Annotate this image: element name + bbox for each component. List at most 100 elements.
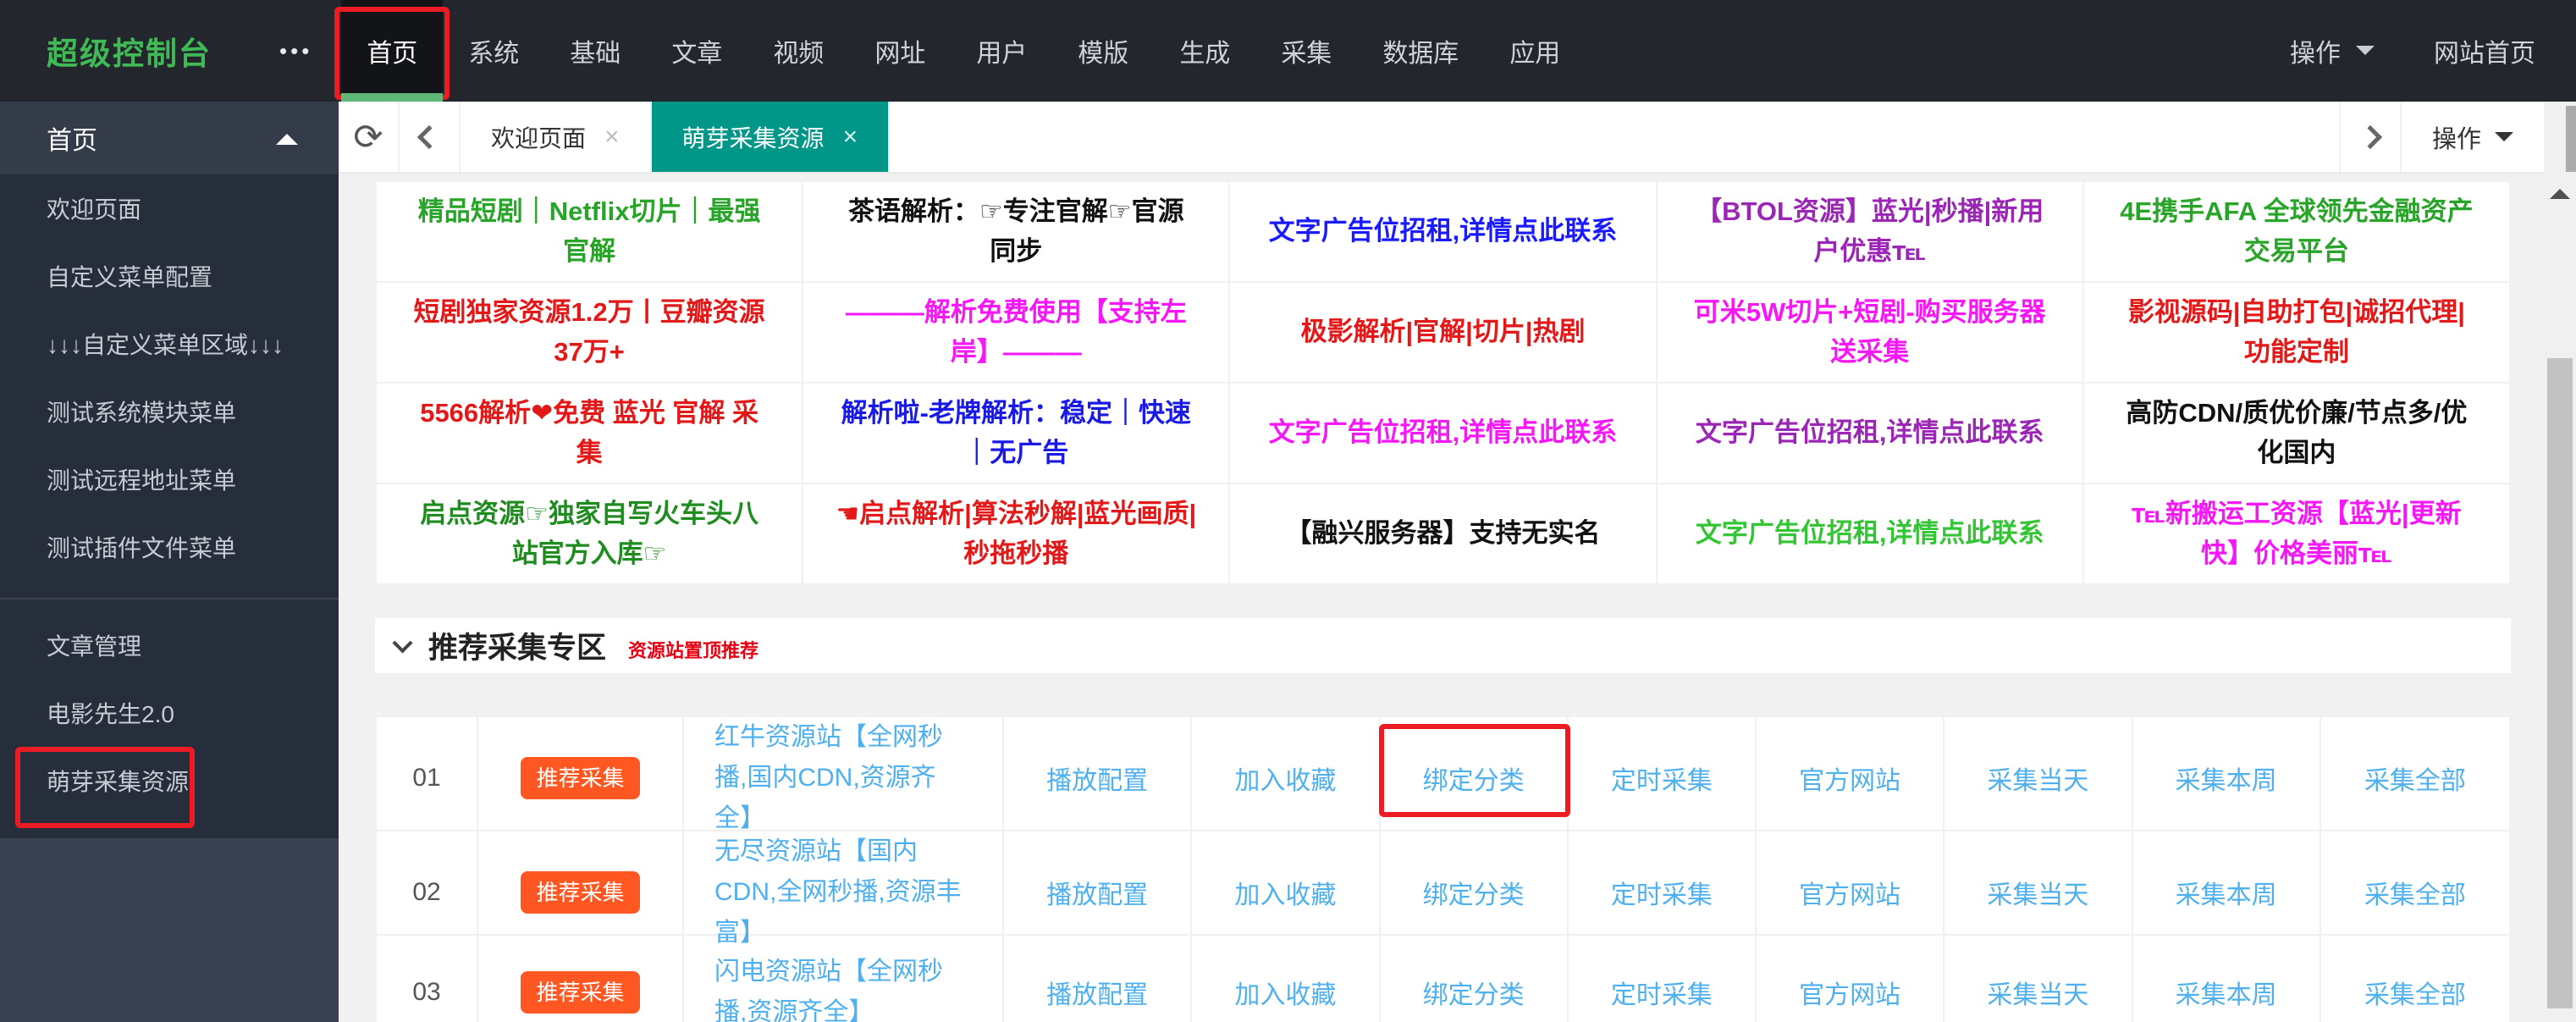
ad-link-r1c3[interactable]: 文字广告位招租,详情点此联系 — [1230, 182, 1657, 283]
nav-item-系统[interactable]: 系统 — [443, 0, 544, 102]
nav-item-采集[interactable]: 采集 — [1255, 0, 1357, 102]
sidebar-item-欢迎页面[interactable]: 欢迎页面 — [0, 174, 339, 242]
ad-link-r2c2[interactable]: ———解析免费使用【支持左岸】——— — [803, 283, 1230, 384]
topbar-action-label: 操作 — [2290, 32, 2341, 69]
resource-name-link[interactable]: 红牛资源站【全网秒播,国内CDN,资源齐全】 — [684, 717, 1004, 839]
annotation-box-action — [1379, 724, 1570, 817]
sidebar-header-home[interactable]: 首页 — [0, 102, 339, 174]
app-logo: 超级控制台 — [0, 28, 279, 74]
action-link-采集当天[interactable]: 采集当天 — [1944, 936, 2132, 1022]
action-link-绑定分类[interactable]: 绑定分类 — [1381, 717, 1569, 839]
badge-cell: 推荐采集 — [478, 717, 684, 839]
action-link-采集全部[interactable]: 采集全部 — [2321, 936, 2509, 1022]
action-link-绑定分类[interactable]: 绑定分类 — [1381, 936, 1569, 1022]
nav-item-文章[interactable]: 文章 — [646, 0, 747, 102]
main-content: 精品短剧｜Netflix切片｜最强官解茶语解析：☞专注官解☞官源同步文字广告位招… — [339, 174, 2544, 1022]
sidebar-group-1: 欢迎页面自定义菜单配置↓↓↓自定义菜单区域↓↓↓测试系统模块菜单测试远程地址菜单… — [0, 174, 339, 581]
tabbar: ⟳ 欢迎页面× 萌芽采集资源 × 操作 — [339, 102, 2544, 174]
tab-欢迎页面[interactable]: 欢迎页面× — [461, 102, 652, 172]
topbar-action-dropdown[interactable]: 操作 — [2290, 32, 2375, 69]
sidebar-item-自定义菜单配置[interactable]: 自定义菜单配置 — [0, 242, 339, 310]
chevron-right-icon — [2358, 124, 2382, 148]
scrollbar-thumb[interactable] — [2547, 358, 2573, 1008]
ad-link-r4c4[interactable]: 文字广告位招租,详情点此联系 — [1658, 484, 2084, 585]
action-link-加入收藏[interactable]: 加入收藏 — [1192, 936, 1380, 1022]
resource-name-link[interactable]: 闪电资源站【全网秒播,资源齐全】 — [684, 936, 1004, 1022]
sidebar-item-测试系统模块菜单[interactable]: 测试系统模块菜单 — [0, 378, 339, 445]
recommended-section-header: 推荐采集专区 资源站置顶推荐 — [375, 618, 2511, 673]
action-link-官方网站[interactable]: 官方网站 — [1757, 717, 1944, 839]
ad-link-r3c3[interactable]: 文字广告位招租,详情点此联系 — [1230, 384, 1657, 484]
ad-link-r2c4[interactable]: 可米5W切片+短剧-购买服务器送采集 — [1658, 283, 2084, 384]
nav-item-应用[interactable]: 应用 — [1484, 0, 1586, 102]
nav-item-网址[interactable]: 网址 — [849, 0, 951, 102]
topbar: 超级控制台 ••• 首页系统基础文章视频网址用户模版生成采集数据库应用 操作 网… — [0, 0, 2576, 102]
action-link-加入收藏[interactable]: 加入收藏 — [1192, 717, 1380, 839]
sidebar-item-↓↓↓自定义菜单区域↓↓↓[interactable]: ↓↓↓自定义菜单区域↓↓↓ — [0, 310, 339, 378]
annotation-box-nav — [334, 7, 450, 100]
ad-link-r4c1[interactable]: 启点资源☞独家自写火车头八站官方入库☞ — [377, 484, 803, 585]
sidebar: 首页 欢迎页面自定义菜单配置↓↓↓自定义菜单区域↓↓↓测试系统模块菜单测试远程地… — [0, 102, 339, 1022]
ad-link-r4c5[interactable]: ℡新搬运工资源【蓝光|更新快】价格美丽℡ — [2084, 484, 2511, 585]
action-link-采集全部[interactable]: 采集全部 — [2321, 717, 2509, 839]
chevron-down-icon — [2495, 132, 2513, 151]
nav-item-数据库[interactable]: 数据库 — [1357, 0, 1484, 102]
ad-links-grid: 精品短剧｜Netflix切片｜最强官解茶语解析：☞专注官解☞官源同步文字广告位招… — [375, 180, 2511, 585]
ad-link-r4c3[interactable]: 【融兴服务器】支持无实名 — [1230, 484, 1657, 585]
more-menu-icon[interactable]: ••• — [279, 38, 312, 64]
tabbar-right: 操作 — [2339, 102, 2544, 172]
action-link-采集当天[interactable]: 采集当天 — [1944, 717, 2132, 839]
recommended-badge: 推荐采集 — [521, 971, 639, 1014]
tab-scroll-left-button[interactable] — [400, 102, 461, 172]
tab-scroll-right-button[interactable] — [2339, 102, 2400, 172]
table-row-02: 02推荐采集无尽资源站【国内CDN,全网秒播,资源丰富】播放配置加入收藏绑定分类… — [377, 831, 2509, 936]
ad-link-r1c5[interactable]: 4E携手AFA 全球领先金融资产交易平台 — [2084, 182, 2511, 283]
vertical-scrollbar[interactable] — [2544, 106, 2576, 1022]
ad-link-r1c1[interactable]: 精品短剧｜Netflix切片｜最强官解 — [377, 182, 803, 283]
ad-link-r3c2[interactable]: 解析啦-老牌解析：稳定｜快速｜无广告 — [803, 384, 1230, 484]
ad-link-r2c1[interactable]: 短剧独家资源1.2万丨豆瓣资源37万+ — [377, 283, 803, 384]
tab-actions-dropdown[interactable]: 操作 — [2400, 102, 2544, 172]
action-link-播放配置[interactable]: 播放配置 — [1004, 936, 1192, 1022]
action-link-定时采集[interactable]: 定时采集 — [1569, 717, 1757, 839]
table-row-01: 01推荐采集红牛资源站【全网秒播,国内CDN,资源齐全】播放配置加入收藏绑定分类… — [377, 717, 2509, 831]
action-link-播放配置[interactable]: 播放配置 — [1004, 717, 1192, 839]
sidebar-item-文章管理[interactable]: 文章管理 — [0, 611, 339, 679]
tab-萌芽采集资源[interactable]: 萌芽采集资源 × — [652, 102, 891, 172]
refresh-icon: ⟳ — [353, 116, 383, 157]
chevron-down-icon[interactable] — [392, 633, 412, 653]
nav-item-首页[interactable]: 首页 — [341, 0, 443, 102]
tab-label: 萌芽采集资源 — [682, 120, 825, 154]
action-link-采集本周[interactable]: 采集本周 — [2133, 936, 2321, 1022]
ad-link-r1c2[interactable]: 茶语解析：☞专注官解☞官源同步 — [803, 182, 1230, 283]
ad-link-r4c2[interactable]: ☚启点解析|算法秒解|蓝光画质|秒拖秒播 — [803, 484, 1230, 585]
tab-refresh-button[interactable]: ⟳ — [339, 102, 400, 172]
site-home-link[interactable]: 网站首页 — [2434, 32, 2535, 69]
sidebar-menu: 欢迎页面自定义菜单配置↓↓↓自定义菜单区域↓↓↓测试系统模块菜单测试远程地址菜单… — [0, 174, 339, 838]
ad-link-r2c3[interactable]: 极影解析|官解|切片|热剧 — [1230, 283, 1657, 384]
ad-link-r3c4[interactable]: 文字广告位招租,详情点此联系 — [1658, 384, 2084, 484]
sidebar-item-电影先生2.0[interactable]: 电影先生2.0 — [0, 679, 339, 747]
table-row-03: 03推荐采集闪电资源站【全网秒播,资源齐全】播放配置加入收藏绑定分类定时采集官方… — [377, 936, 2509, 1022]
ad-link-r1c4[interactable]: 【BTOL资源】蓝光|秒播|新用户优惠℡ — [1658, 182, 2084, 283]
nav-item-模版[interactable]: 模版 — [1052, 0, 1154, 102]
ad-link-r3c1[interactable]: 5566解析❤免费 蓝光 官解 采集 — [377, 384, 803, 484]
section-note: 资源站置顶推荐 — [628, 636, 758, 663]
tab-close-icon[interactable]: × — [604, 123, 620, 152]
tab-close-icon[interactable]: × — [843, 123, 858, 152]
ad-link-r2c5[interactable]: 影视源码|自助打包|诚招代理|功能定制 — [2084, 283, 2511, 384]
sidebar-item-测试插件文件菜单[interactable]: 测试插件文件菜单 — [0, 513, 339, 581]
action-link-官方网站[interactable]: 官方网站 — [1757, 936, 1944, 1022]
action-link-采集本周[interactable]: 采集本周 — [2133, 717, 2321, 839]
nav-item-生成[interactable]: 生成 — [1154, 0, 1255, 102]
nav-item-基础[interactable]: 基础 — [544, 0, 646, 102]
recommended-badge: 推荐采集 — [521, 871, 639, 914]
nav-item-用户[interactable]: 用户 — [951, 0, 1052, 102]
scroll-up-arrow-icon[interactable] — [2550, 179, 2570, 199]
ad-link-r3c5[interactable]: 高防CDN/质优价廉/节点多/优化国内 — [2084, 384, 2511, 484]
sidebar-item-测试远程地址菜单[interactable]: 测试远程地址菜单 — [0, 445, 339, 513]
sidebar-item-萌芽采集资源[interactable]: 萌芽采集资源 — [0, 747, 339, 815]
action-link-定时采集[interactable]: 定时采集 — [1569, 936, 1757, 1022]
nav-item-视频[interactable]: 视频 — [747, 0, 849, 102]
chevron-down-icon — [2356, 46, 2375, 64]
